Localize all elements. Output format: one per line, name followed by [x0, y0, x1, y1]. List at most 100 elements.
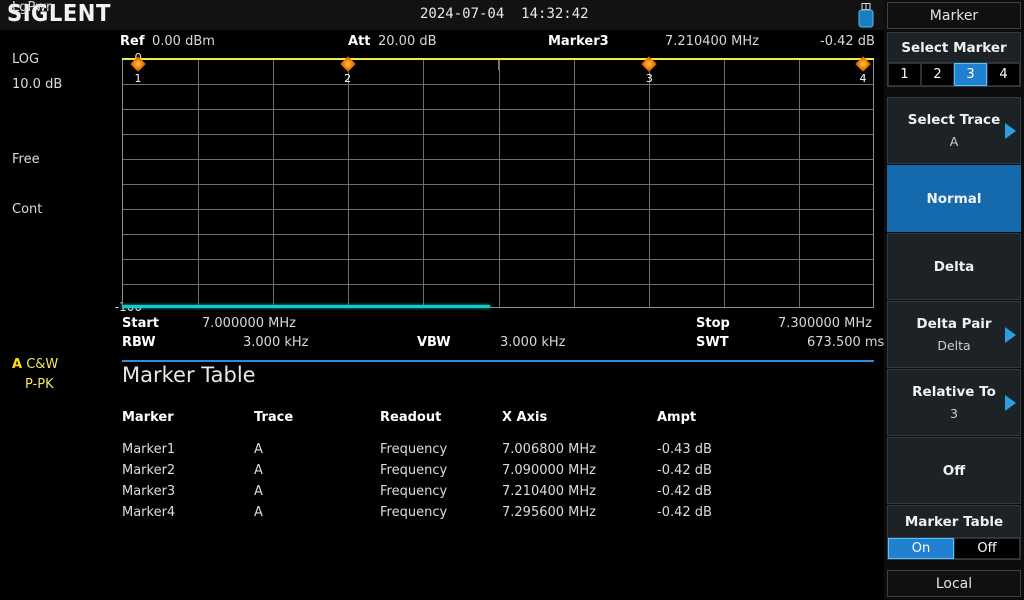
col-header-trace: Trace [254, 410, 294, 425]
graph-info-bar: Ref 0.00 dBm Att 20.00 dB Marker3 7.2104… [120, 34, 880, 54]
rbw-value: 3.000 kHz [243, 335, 309, 350]
trace-a-id: A [12, 357, 23, 372]
trace-a-line [122, 58, 874, 60]
normal-label: Normal [926, 190, 982, 207]
start-freq-value: 7.000000 MHz [202, 316, 296, 331]
cell-readout: Frequency [380, 463, 448, 478]
marker-table: Marker Trace Readout X Axis Ampt Marker1… [122, 410, 882, 523]
select-marker-label: Select Marker [901, 39, 1007, 56]
menu-item-select-marker[interactable]: Select Marker [887, 32, 1021, 63]
marker-table-on-option[interactable]: On [888, 538, 954, 559]
menu-title: Marker [887, 2, 1021, 29]
marker-table-off-option[interactable]: Off [954, 538, 1020, 559]
marker-3-label: 3 [645, 72, 653, 85]
spectrum-plot[interactable]: 1 2 3 4 [122, 56, 874, 308]
active-marker-label: Marker3 [548, 34, 609, 49]
marker-option-2[interactable]: 2 [921, 63, 954, 86]
col-header-readout: Readout [380, 410, 442, 425]
cell-x-axis: 7.006800 MHz [502, 442, 596, 457]
scale-per-div-label: 10.0 dB [12, 77, 63, 92]
date-time-display: 2024-07-04 14:32:42 [420, 6, 589, 22]
trace-a-type: C&W [26, 357, 59, 372]
attenuation-value: 20.00 dB [378, 34, 437, 49]
marker-4-label: 4 [859, 72, 867, 85]
delta-pair-value: Delta [937, 338, 971, 353]
trigger-mode-label: Free [12, 152, 40, 167]
rbw-label: RBW [122, 335, 156, 350]
active-marker-ampt: -0.42 dB [820, 34, 875, 49]
cell-readout: Frequency [380, 442, 448, 457]
cell-ampt: -0.42 dB [657, 463, 712, 478]
marker-1-label: 1 [134, 72, 142, 85]
attenuation-label: Att [348, 34, 371, 49]
menu-item-normal[interactable]: Normal [887, 165, 1021, 232]
table-row[interactable]: Marker2 A Frequency 7.090000 MHz -0.42 d… [122, 460, 822, 481]
col-header-x-axis: X Axis [502, 410, 548, 425]
marker-option-1[interactable]: 1 [888, 63, 921, 86]
menu-item-delta-pair[interactable]: Delta Pair Delta [887, 301, 1021, 368]
marker-table-header-row: Marker Trace Readout X Axis Ampt [122, 410, 822, 439]
cell-ampt: -0.43 dB [657, 442, 712, 457]
table-row[interactable]: Marker4 A Frequency 7.295600 MHz -0.42 d… [122, 502, 822, 523]
soft-key-menu: Marker Select Marker 1 2 3 4 Select Trac… [884, 0, 1024, 600]
time-text: 14:32:42 [521, 6, 589, 22]
cell-marker: Marker3 [122, 484, 176, 499]
swt-label: SWT [696, 335, 729, 350]
delta-pair-label: Delta Pair [916, 316, 992, 332]
ref-level-value: 0.00 dBm [152, 34, 215, 49]
chevron-right-icon [1005, 326, 1016, 343]
stop-freq-label: Stop [696, 316, 730, 331]
ref-level-label: Ref [120, 34, 145, 49]
cell-marker: Marker2 [122, 463, 176, 478]
cell-marker: Marker1 [122, 442, 176, 457]
cell-x-axis: 7.295600 MHz [502, 505, 596, 520]
stop-freq-value: 7.300000 MHz [778, 316, 872, 331]
chevron-right-icon [1005, 122, 1016, 139]
marker-option-3[interactable]: 3 [954, 63, 987, 86]
swt-value: 673.500 ms [807, 335, 885, 350]
delta-label: Delta [933, 258, 975, 275]
menu-item-marker-table[interactable]: Marker Table [887, 505, 1021, 538]
cell-ampt: -0.42 dB [657, 505, 712, 520]
marker-table-toggle-label: Marker Table [904, 513, 1004, 530]
plot-grid [122, 58, 874, 308]
select-trace-value: A [949, 134, 959, 149]
cell-x-axis: 7.210400 MHz [502, 484, 596, 499]
cell-x-axis: 7.090000 MHz [502, 463, 596, 478]
cell-trace: A [254, 484, 263, 499]
cell-trace: A [254, 505, 263, 520]
trace-noise-floor-line [122, 305, 491, 308]
off-label: Off [942, 462, 966, 479]
cell-marker: Marker4 [122, 505, 176, 520]
start-freq-label: Start [122, 316, 159, 331]
sweep-mode-label: Cont [12, 202, 43, 217]
col-header-ampt: Ampt [657, 410, 697, 425]
cell-trace: A [254, 442, 263, 457]
cell-ampt: -0.42 dB [657, 484, 712, 499]
spectrum-analyzer-screen: SIGLENT 2024-07-04 14:32:42 LOG 10.0 dB … [0, 0, 1024, 600]
trace-a-type-label: A C&W [12, 357, 58, 372]
cell-readout: Frequency [380, 505, 448, 520]
table-row[interactable]: Marker3 A Frequency 7.210400 MHz -0.42 d… [122, 481, 822, 502]
menu-item-select-trace[interactable]: Select Trace A [887, 97, 1021, 164]
table-row[interactable]: Marker1 A Frequency 7.006800 MHz -0.43 d… [122, 439, 822, 460]
active-marker-freq: 7.210400 MHz [665, 34, 759, 49]
usb-drive-icon [858, 3, 874, 28]
marker-option-4[interactable]: 4 [987, 63, 1020, 86]
select-trace-label: Select Trace [907, 112, 1001, 128]
graph-footer-bar: Start 7.000000 MHz Stop 7.300000 MHz RBW… [0, 316, 884, 356]
menu-item-relative-to[interactable]: Relative To 3 [887, 369, 1021, 436]
col-header-marker: Marker [122, 410, 174, 425]
cell-trace: A [254, 463, 263, 478]
scale-type-label: LOG [12, 52, 40, 67]
local-button[interactable]: Local [887, 570, 1021, 597]
marker-2-label: 2 [344, 72, 352, 85]
select-marker-options: 1 2 3 4 [887, 63, 1021, 87]
menu-item-delta[interactable]: Delta [887, 233, 1021, 300]
marker-table-toggle-options: On Off [887, 538, 1021, 560]
trace-a-detector-label: P-PK [25, 377, 54, 392]
relative-to-label: Relative To [912, 384, 996, 400]
menu-item-off[interactable]: Off [887, 437, 1021, 504]
marker-table-title: Marker Table [122, 363, 256, 387]
vbw-value: 3.000 kHz [500, 335, 566, 350]
